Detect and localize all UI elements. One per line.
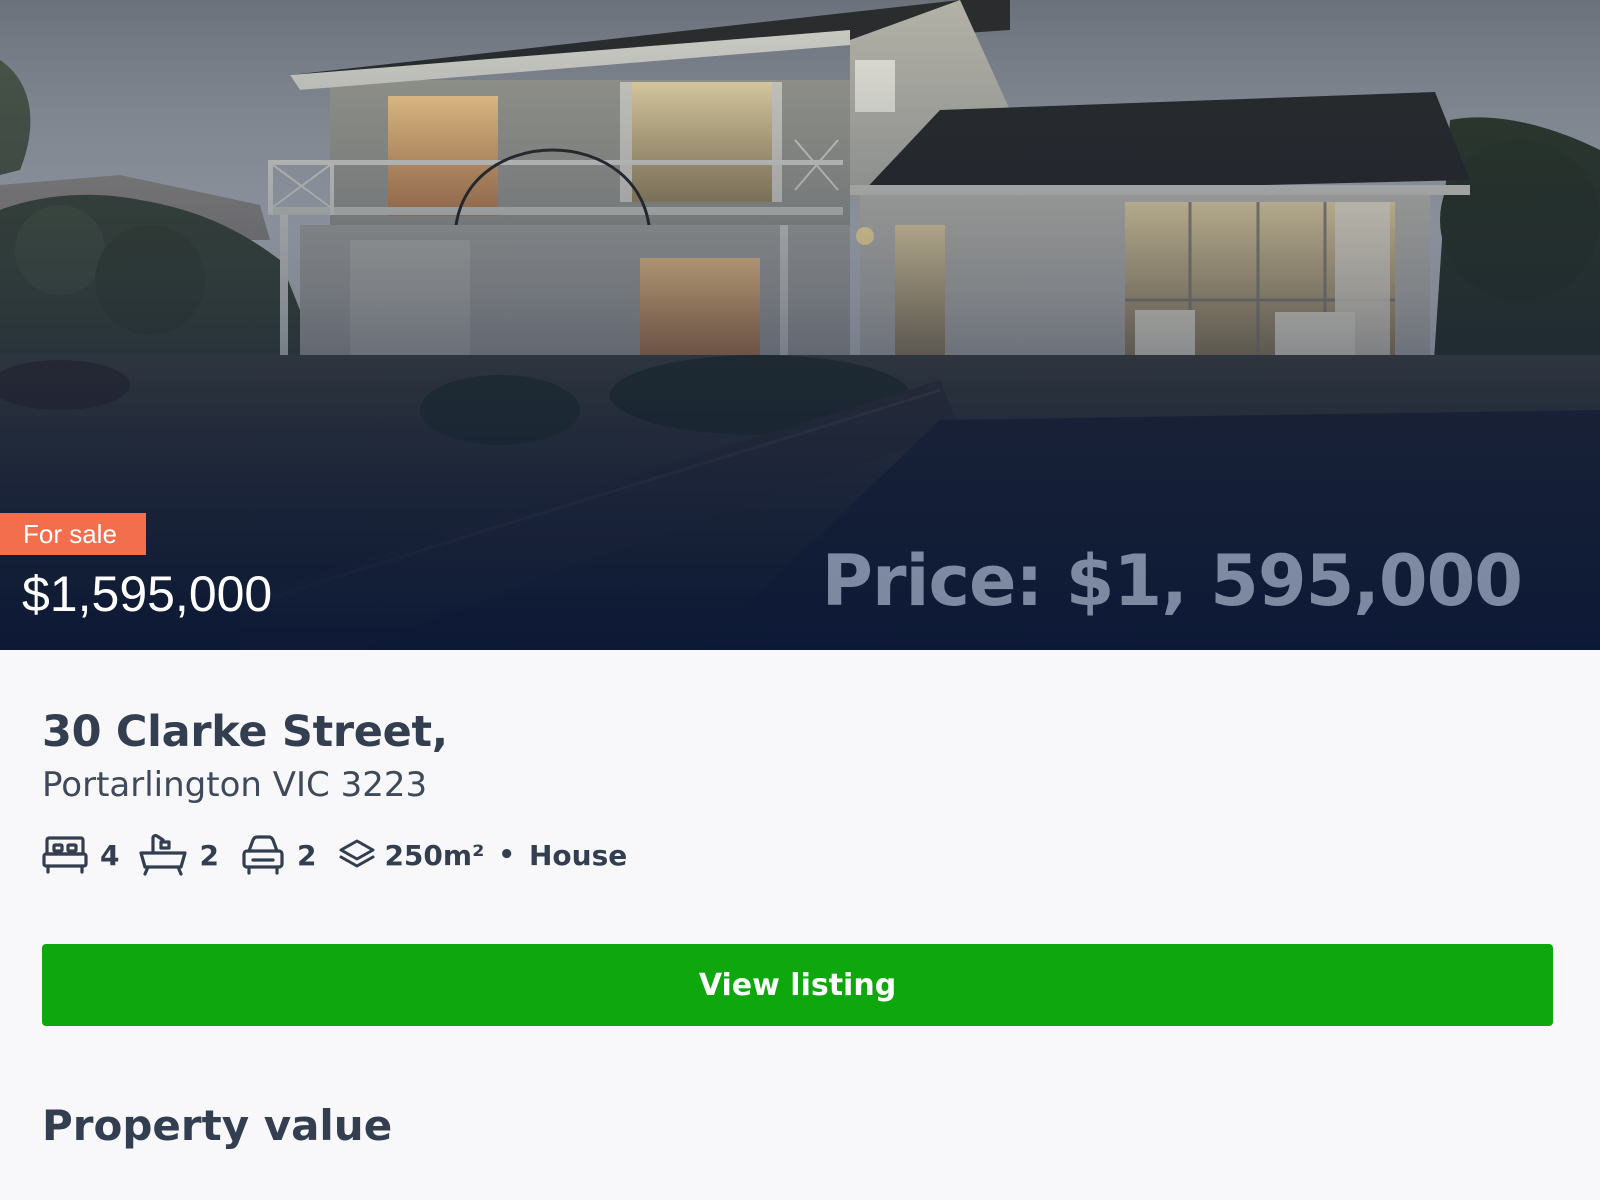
address-street[interactable]: 30 Clarke Street, bbox=[42, 706, 1552, 758]
property-type: House bbox=[528, 838, 628, 872]
listing-card: Price: $1, 595,000 For sale $1,595,000 3… bbox=[0, 0, 1600, 1200]
photo-overlay-price-text: Price: $1, 595,000 bbox=[821, 540, 1523, 622]
bathtub-icon bbox=[139, 833, 188, 877]
property-value-heading: Property value bbox=[42, 1101, 393, 1150]
for-sale-badge: For sale bbox=[0, 513, 146, 555]
feature-bathrooms: 2 bbox=[139, 833, 219, 877]
property-photo[interactable]: Price: $1, 595,000 For sale $1,595,000 bbox=[0, 0, 1600, 650]
feature-bedrooms: 4 bbox=[42, 835, 119, 875]
car-spaces-count: 2 bbox=[296, 838, 317, 872]
car-icon bbox=[241, 835, 285, 875]
layers-icon bbox=[338, 838, 376, 872]
bedrooms-count: 4 bbox=[100, 838, 120, 872]
feature-land-size: 250m² bbox=[338, 838, 484, 872]
listing-details: 30 Clarke Street, Portarlington VIC 3223… bbox=[42, 706, 1552, 880]
view-listing-button[interactable]: View listing bbox=[42, 944, 1553, 1026]
property-features: 4 2 2 250m² • House bbox=[42, 830, 1552, 880]
address-suburb: Portarlington VIC 3223 bbox=[42, 765, 428, 805]
bathrooms-count: 2 bbox=[199, 838, 219, 872]
feature-separator: • bbox=[498, 840, 515, 870]
feature-car-spaces: 2 bbox=[241, 835, 316, 875]
land-size-value: 250m² bbox=[384, 838, 485, 872]
bed-icon bbox=[42, 835, 88, 875]
listing-price: $1,595,000 bbox=[22, 566, 273, 622]
